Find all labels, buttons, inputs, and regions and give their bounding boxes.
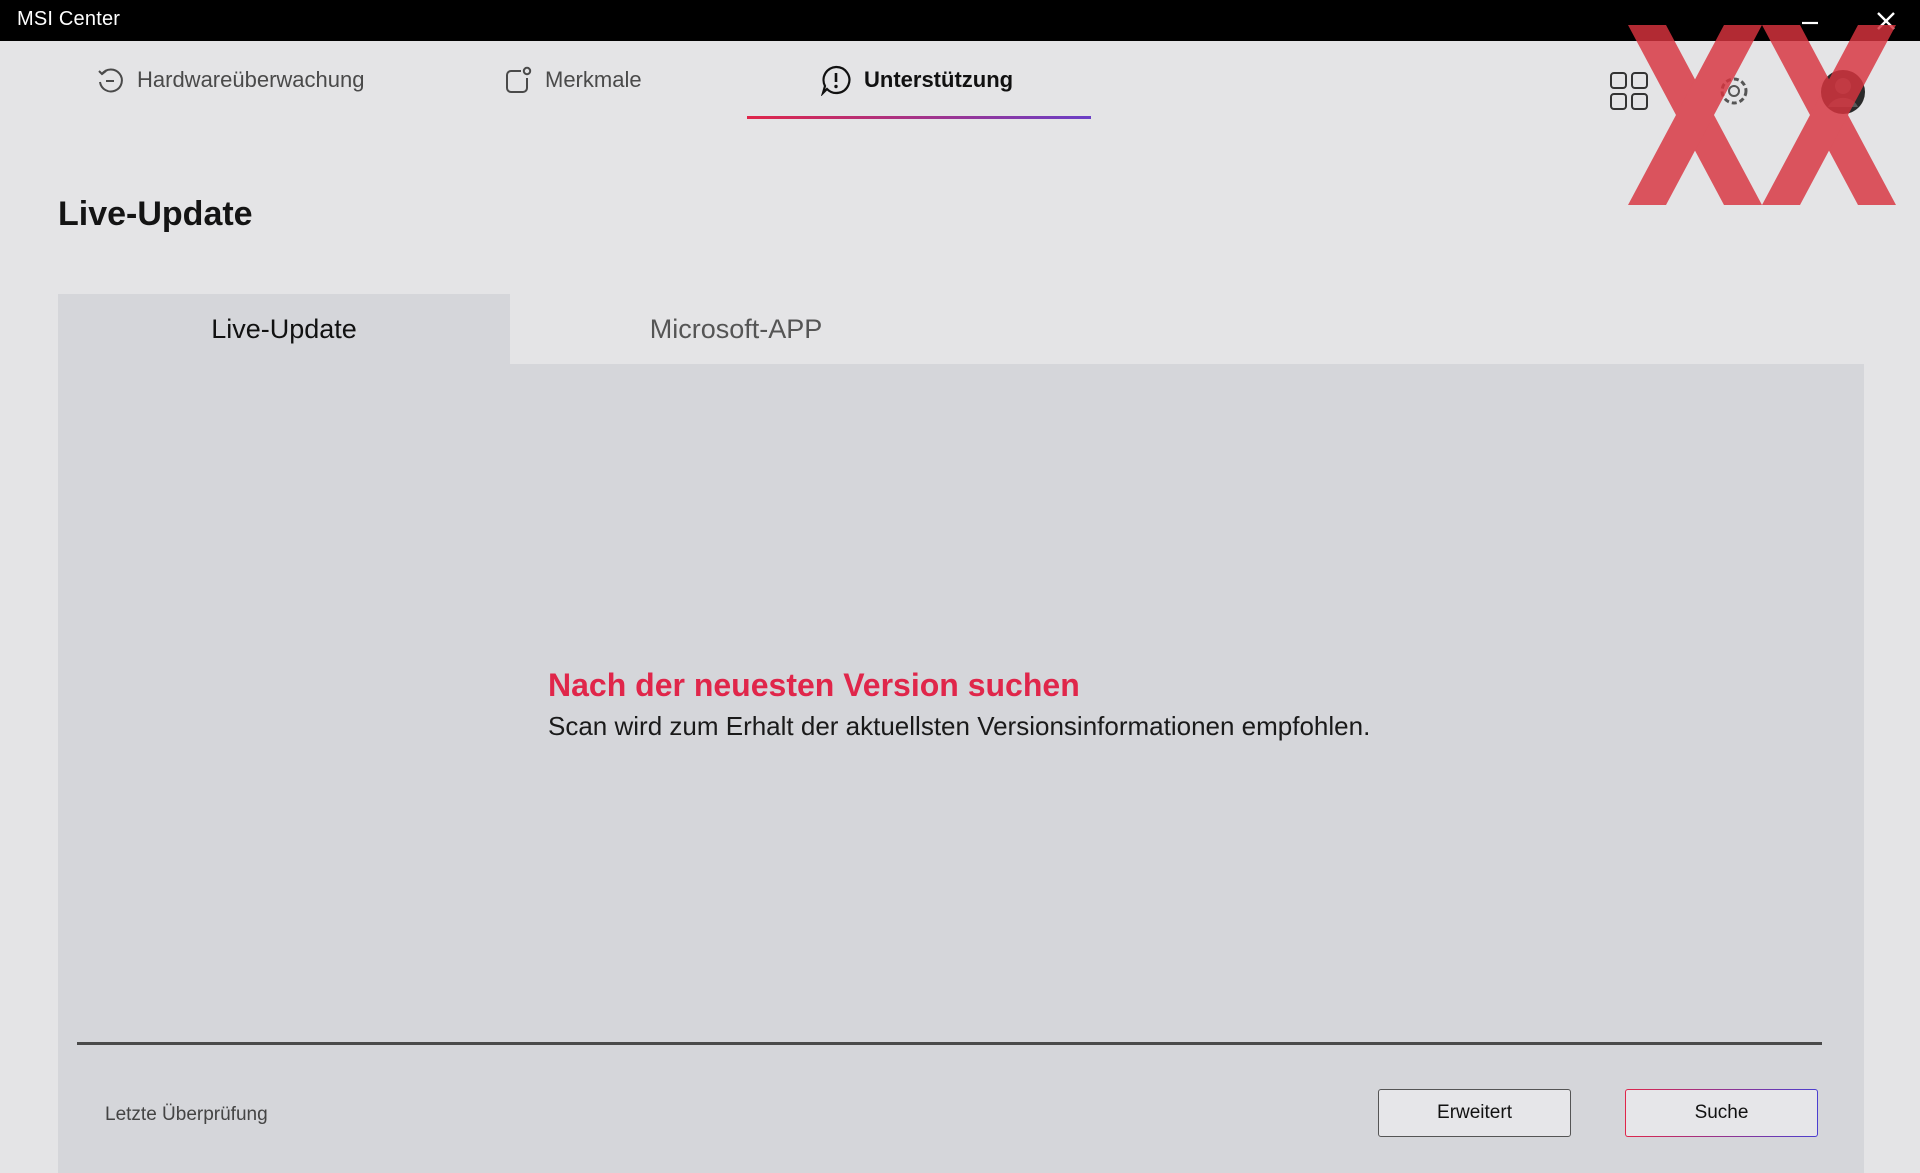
- search-button[interactable]: Suche: [1625, 1089, 1818, 1137]
- gear-icon: [1720, 77, 1748, 105]
- tab-hardware-monitoring-label: Hardwareüberwachung: [137, 67, 365, 92]
- grid-icon: [1610, 72, 1648, 110]
- tab-features[interactable]: Merkmale: [503, 41, 642, 119]
- tab-support[interactable]: Unterstützung: [820, 41, 1013, 119]
- tab-hardware-monitoring[interactable]: Hardwareüberwachung: [95, 41, 364, 119]
- avatar: [1821, 70, 1865, 114]
- scan-headline: Nach der neuesten Version suchen: [548, 667, 1080, 703]
- tab-support-label: Unterstützung: [864, 67, 1014, 92]
- feature-icon: [506, 66, 532, 93]
- live-update-panel: Nach der neuesten Version suchen Scan wi…: [58, 364, 1864, 1173]
- minimize-icon: [1802, 21, 1818, 25]
- scan-description: Scan wird zum Erhalt der aktuellsten Ver…: [548, 711, 1371, 741]
- settings-button[interactable]: [1712, 69, 1756, 113]
- divider: [77, 1042, 1822, 1045]
- last-check-label: Letzte Überprüfung: [105, 1104, 268, 1125]
- apps-button[interactable]: [1607, 69, 1651, 113]
- page-title: Live-Update: [58, 195, 253, 233]
- advanced-button[interactable]: Erweitert: [1378, 1089, 1571, 1137]
- close-button[interactable]: [1866, 5, 1906, 37]
- subtab-live-update[interactable]: Live-Update: [58, 294, 510, 364]
- title-bar: MSI Center: [0, 0, 1920, 41]
- main-nav: Hardwareüberwachung Merkmale Unterstützu…: [0, 41, 1920, 131]
- active-tab-indicator: [747, 116, 1091, 119]
- user-avatar[interactable]: [1820, 69, 1866, 115]
- close-icon: [1877, 12, 1895, 30]
- subtab-microsoft-app[interactable]: Microsoft-APP: [510, 294, 962, 364]
- refresh-circle-icon: [98, 68, 123, 93]
- tab-features-label: Merkmale: [545, 67, 642, 92]
- window-title: MSI Center: [17, 8, 121, 30]
- alert-bubble-icon: [820, 65, 851, 96]
- minimize-button[interactable]: [1790, 5, 1830, 37]
